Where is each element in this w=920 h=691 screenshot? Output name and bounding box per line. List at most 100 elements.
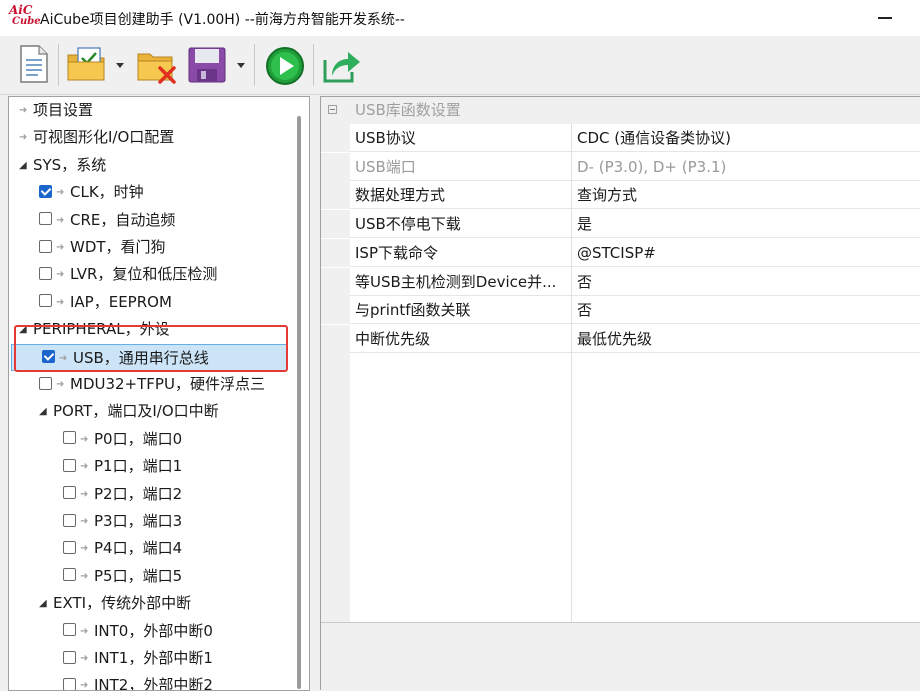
- tree-item[interactable]: ➜ P2口，端口2: [9, 481, 305, 508]
- tree-item-label: PORT，端口及I/O口中断: [53, 402, 219, 421]
- open-project-button[interactable]: [66, 46, 108, 86]
- leaf-arrow-icon: ➜: [80, 543, 89, 555]
- tree-item[interactable]: ➜ IAP，EEPROM: [9, 289, 305, 316]
- tree-item-label: MDU32+TFPU，硬件浮点三: [70, 375, 265, 393]
- property-name: 与printf函数关联: [355, 301, 471, 320]
- aicube-logo-icon: AiC Cube: [9, 3, 41, 27]
- property-row[interactable]: ISP下载命令 @STCISP#: [321, 238, 920, 267]
- tree-item-label: P0口，端口0: [94, 429, 183, 448]
- tree-item[interactable]: ➜ P5口，端口5: [9, 563, 305, 590]
- tree-item[interactable]: ➜ MDU32+TFPU，硬件浮点三: [9, 371, 305, 398]
- leaf-arrow-icon: ➜: [80, 570, 89, 582]
- tree-item[interactable]: ➜ WDT，看门狗: [9, 234, 305, 261]
- leaf-arrow-icon: ➜: [80, 680, 89, 691]
- property-row[interactable]: 中断优先级 最低优先级: [321, 324, 920, 353]
- highlight-annotation-box: [14, 325, 288, 372]
- leaf-arrow-icon: ➜: [80, 625, 89, 637]
- tree-item-checkbox[interactable]: [39, 212, 52, 226]
- tree-item-checkbox[interactable]: [63, 540, 76, 554]
- tree-item-checkbox[interactable]: [63, 513, 76, 527]
- property-row[interactable]: USB不停电下载 是: [321, 210, 920, 239]
- tree-item-label: P2口，端口2: [94, 484, 183, 503]
- tree-item-checkbox[interactable]: [39, 376, 52, 390]
- property-row[interactable]: 与printf函数关联 否: [321, 296, 920, 325]
- tree-item-checkbox[interactable]: [39, 239, 52, 253]
- tree-item-label: P3口，端口3: [94, 512, 183, 530]
- property-value[interactable]: D- (P3.0), D+ (P3.1): [577, 153, 726, 181]
- leaf-arrow-icon: ➜: [56, 214, 65, 226]
- tree-item[interactable]: ➜ 项目设置: [9, 97, 305, 124]
- tree-item-checkbox[interactable]: [63, 486, 76, 500]
- tree-item[interactable]: ➜ LVR，复位和低压检测: [9, 261, 305, 288]
- expanded-triangle-icon[interactable]: ◢: [19, 152, 33, 179]
- tree-item[interactable]: ➜ CLK，时钟: [9, 179, 305, 206]
- tree-item[interactable]: ➜ P4口，端口4: [9, 535, 305, 562]
- save-dropdown-chevron-icon[interactable]: [237, 63, 245, 68]
- run-button[interactable]: [265, 46, 305, 90]
- export-button[interactable]: [322, 48, 362, 88]
- property-row[interactable]: USB端口 D- (P3.0), D+ (P3.1): [321, 152, 920, 181]
- tree-item-label: LVR，复位和低压检测: [70, 265, 218, 284]
- leaf-arrow-icon: ➜: [56, 269, 65, 281]
- tree-item[interactable]: ➜ P0口，端口0: [9, 426, 305, 453]
- tree-item[interactable]: ➜ CRE，自动追频: [9, 207, 305, 234]
- property-value[interactable]: CDC (通信设备类协议): [577, 124, 731, 152]
- tree-item-label: INT0，外部中断0: [94, 621, 213, 640]
- tree-item-label: EXTI，传统外部中断: [53, 594, 192, 613]
- tree-item-label: WDT，看门狗: [70, 238, 166, 256]
- tree-item[interactable]: ➜ INT0，外部中断0: [9, 618, 305, 645]
- property-value[interactable]: 查询方式: [577, 181, 637, 209]
- tree-item-checkbox[interactable]: [63, 568, 76, 582]
- tree-item-label: CLK，时钟: [70, 183, 144, 202]
- tree-item[interactable]: ➜ INT1，外部中断1: [9, 645, 305, 672]
- export-icon: [323, 52, 360, 83]
- property-grid: USB库函数设置 USB协议 CDC (通信设备类协议) USB端口 D- (P3.0…: [320, 96, 920, 690]
- property-value[interactable]: 是: [577, 210, 592, 238]
- leaf-arrow-icon: ➜: [80, 488, 89, 500]
- open-dropdown-chevron-icon[interactable]: [116, 63, 124, 68]
- close-project-button[interactable]: [136, 48, 178, 88]
- property-name: USB端口: [355, 157, 416, 176]
- leaf-arrow-icon: ➜: [80, 653, 89, 664]
- tree-scrollbar[interactable]: [297, 116, 301, 689]
- tree-item[interactable]: ➜ 可视图形化I/O口配置: [9, 124, 305, 151]
- property-value[interactable]: 否: [577, 268, 592, 296]
- minimize-icon[interactable]: [878, 17, 892, 19]
- expanded-triangle-icon[interactable]: ◢: [39, 590, 53, 617]
- tree-item-checkbox[interactable]: [63, 623, 76, 637]
- expanded-triangle-icon[interactable]: ◢: [39, 398, 53, 425]
- window-title: AiCube项目创建助手 (V1.00H) --前海方舟智能开发系统--: [40, 12, 405, 28]
- property-category-header[interactable]: USB库函数设置: [321, 97, 920, 124]
- property-name: 数据处理方式: [355, 186, 446, 205]
- tree-item-checkbox[interactable]: [39, 294, 52, 308]
- tree-item[interactable]: ➜ P3口，端口3: [9, 508, 305, 535]
- collapse-minus-icon[interactable]: [328, 105, 337, 114]
- tree-item[interactable]: ◢ SYS，系统: [9, 152, 305, 179]
- save-button[interactable]: [188, 47, 226, 87]
- property-value[interactable]: 最低优先级: [577, 325, 652, 353]
- property-name: 等USB主机检测到Device并...: [355, 272, 557, 291]
- tree-item-checkbox[interactable]: [63, 458, 76, 472]
- tree-item-checkbox[interactable]: [39, 266, 52, 280]
- title-bar: AiC Cube AiCube项目创建助手 (V1.00H) --前海方舟智能开…: [0, 0, 920, 36]
- property-value[interactable]: @STCISP#: [577, 239, 656, 267]
- new-document-button[interactable]: [18, 45, 50, 87]
- property-row[interactable]: 数据处理方式 查询方式: [321, 181, 920, 210]
- tree-item-label: INT1，外部中断1: [94, 649, 213, 667]
- property-value[interactable]: 否: [577, 296, 592, 324]
- tree-item[interactable]: ◢ PORT，端口及I/O口中断: [9, 398, 305, 425]
- toolbar: [0, 36, 920, 95]
- tree-item[interactable]: ➜ P1口，端口1: [9, 453, 305, 480]
- property-row[interactable]: 等USB主机检测到Device并... 否: [321, 267, 920, 296]
- tree-item[interactable]: ◢ EXTI，传统外部中断: [9, 590, 305, 617]
- property-name: USB不停电下载: [355, 215, 461, 234]
- tree-item-checkbox[interactable]: [63, 431, 76, 445]
- tree-item[interactable]: ➜ INT2，外部中断2: [9, 672, 305, 691]
- leaf-arrow-icon: ➜: [56, 296, 65, 308]
- leaf-arrow-icon: ➜: [56, 187, 65, 199]
- tree-item-checkbox[interactable]: [63, 650, 76, 664]
- open-project-icon: [67, 47, 105, 81]
- property-name: 中断优先级: [355, 329, 431, 348]
- tree-item-checkbox[interactable]: [39, 184, 52, 198]
- property-row[interactable]: USB协议 CDC (通信设备类协议): [321, 124, 920, 152]
